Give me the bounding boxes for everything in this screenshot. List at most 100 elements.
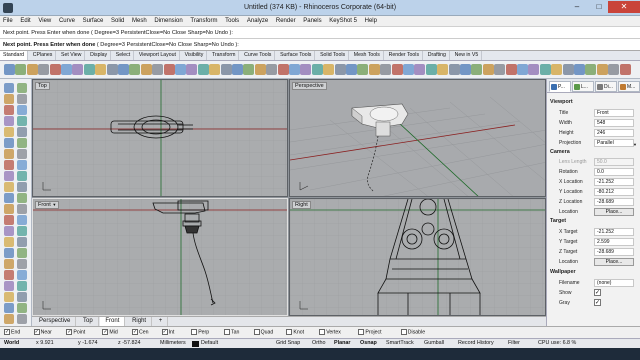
circle-icon[interactable] xyxy=(4,105,14,115)
osnap-end[interactable]: ✓ End xyxy=(4,329,20,335)
y-target-field[interactable]: 2.599 xyxy=(594,238,634,246)
menu-surface[interactable]: Surface xyxy=(80,16,107,24)
snap-icon[interactable] xyxy=(4,303,14,313)
menu-edit[interactable]: Edit xyxy=(17,16,33,24)
rotate-view-icon[interactable] xyxy=(129,64,141,75)
vp-tab-right[interactable]: Right xyxy=(127,317,153,326)
box-icon[interactable] xyxy=(17,160,27,170)
polygon-icon[interactable] xyxy=(17,116,27,126)
surface-icon[interactable] xyxy=(619,64,631,75)
height-field[interactable]: 246 xyxy=(594,129,634,137)
save-icon[interactable] xyxy=(26,64,38,75)
osnap-near[interactable]: ✓ Near xyxy=(33,329,52,335)
osnap-perp[interactable]: Perp xyxy=(191,329,209,335)
arc-icon[interactable] xyxy=(17,94,27,104)
toggle-icon[interactable] xyxy=(209,64,221,75)
mesh-icon[interactable] xyxy=(17,182,27,192)
lights-icon[interactable] xyxy=(277,64,289,75)
script-icon[interactable] xyxy=(585,64,597,75)
viewport-perspective[interactable]: Perspective xyxy=(289,79,546,197)
lock-icon[interactable] xyxy=(17,292,27,302)
plugin-icon[interactable] xyxy=(574,64,585,75)
tab-mesh-tools[interactable]: Mesh Tools xyxy=(351,51,384,60)
menu-view[interactable]: View xyxy=(35,16,54,24)
current-layer[interactable]: Default xyxy=(201,340,218,346)
target-place-button[interactable]: Place... xyxy=(594,258,634,266)
point-icon[interactable] xyxy=(4,83,14,93)
material-icon[interactable] xyxy=(266,64,278,75)
options-icon[interactable] xyxy=(311,64,323,75)
named-cplane-icon[interactable] xyxy=(517,64,528,75)
hide-icon[interactable] xyxy=(448,64,460,75)
snap-icon[interactable] xyxy=(300,64,312,75)
move-icon[interactable] xyxy=(4,193,14,203)
osnap-knot[interactable]: Knot xyxy=(286,329,304,335)
mirror-icon[interactable] xyxy=(4,215,14,225)
show-checkbox[interactable]: ✓ xyxy=(594,289,601,296)
vp-tab-add-button[interactable]: + xyxy=(154,317,169,326)
block-icon[interactable] xyxy=(482,64,494,75)
text-icon[interactable] xyxy=(17,248,27,258)
open-file-icon[interactable] xyxy=(15,64,27,75)
xray-icon[interactable] xyxy=(368,64,380,75)
curve-icon[interactable] xyxy=(608,64,620,75)
tab-surface-tools[interactable]: Surface Tools xyxy=(277,51,316,60)
copy-icon[interactable] xyxy=(72,64,84,75)
close-button[interactable]: ✕ xyxy=(608,1,640,13)
osnap-checkbox[interactable]: ✓ xyxy=(132,329,138,335)
osnap-checkbox[interactable] xyxy=(253,329,260,335)
osnap-tan[interactable]: Tan xyxy=(224,329,239,335)
osnap-checkbox[interactable] xyxy=(224,329,230,335)
tab-standard[interactable]: Standard xyxy=(0,51,29,60)
osnap-checkbox[interactable] xyxy=(191,329,198,335)
osnap-quad[interactable]: Quad xyxy=(253,329,273,335)
shade-icon[interactable] xyxy=(334,64,346,75)
render-icon[interactable] xyxy=(17,270,27,280)
array-icon[interactable] xyxy=(17,215,27,225)
tab-render-tools[interactable]: Render Tools xyxy=(386,51,424,60)
undo-view-icon[interactable] xyxy=(186,64,198,75)
tab-drafting[interactable]: Drafting xyxy=(425,51,450,60)
text-icon[interactable] xyxy=(414,64,426,75)
osnap-checkbox[interactable]: ✓ xyxy=(33,329,40,335)
osnap-vertex[interactable]: Vertex xyxy=(319,329,341,335)
hide-icon[interactable] xyxy=(4,292,14,302)
osnap-disable[interactable]: Disable xyxy=(400,329,425,335)
filename-field[interactable]: (none) xyxy=(594,279,634,287)
osnap-checkbox[interactable] xyxy=(319,329,326,335)
hatch-icon[interactable] xyxy=(425,64,437,75)
scale-icon[interactable] xyxy=(17,204,27,214)
rectangle-icon[interactable] xyxy=(4,116,14,126)
osnap-checkbox[interactable] xyxy=(400,329,407,335)
menu-transform[interactable]: Transform xyxy=(187,16,220,24)
grid-icon[interactable] xyxy=(289,64,300,75)
cut-icon[interactable] xyxy=(61,64,72,75)
viewport-right[interactable]: Right xyxy=(289,198,546,316)
osnap-cen[interactable]: ✓ Cen xyxy=(132,329,149,335)
menu-mesh[interactable]: Mesh xyxy=(129,16,150,24)
vp-tab-top[interactable]: Top xyxy=(78,317,99,326)
import-icon[interactable] xyxy=(49,64,61,75)
pan-icon[interactable] xyxy=(118,64,129,75)
osnap-mid[interactable]: ✓ Mid xyxy=(102,329,118,335)
z-location-field[interactable]: -28.689 xyxy=(594,198,634,206)
show-icon[interactable] xyxy=(460,64,471,75)
tab-curve-tools[interactable]: Curve Tools xyxy=(241,51,276,60)
dimension-icon[interactable] xyxy=(4,259,14,269)
tab-solid-tools[interactable]: Solid Tools xyxy=(317,51,350,60)
tab-visibility[interactable]: Visibility xyxy=(182,51,208,60)
viewport-front-label[interactable]: Front ▼ xyxy=(35,201,60,209)
split-icon[interactable] xyxy=(17,226,27,236)
menu-help[interactable]: Help xyxy=(362,16,380,24)
dimension-icon[interactable] xyxy=(403,64,414,75)
extrude-icon[interactable] xyxy=(4,138,14,148)
history-icon[interactable] xyxy=(528,64,540,75)
options-icon[interactable] xyxy=(17,314,27,324)
gumball-icon[interactable] xyxy=(4,314,14,324)
render-icon[interactable] xyxy=(254,64,266,75)
menu-solid[interactable]: Solid xyxy=(108,16,127,24)
menu-file[interactable]: File xyxy=(0,16,16,24)
sphere-icon[interactable] xyxy=(4,171,14,181)
panel-tab-properties[interactable]: P... xyxy=(549,81,571,92)
layer-icon[interactable] xyxy=(232,64,243,75)
